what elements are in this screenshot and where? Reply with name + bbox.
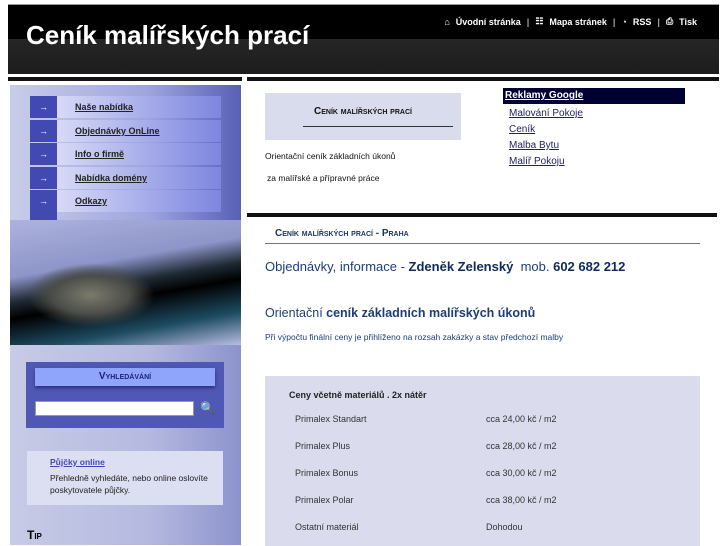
menu-item-domeny[interactable]: → Nabídka domény	[30, 167, 221, 189]
search-icon[interactable]: 🔍	[200, 401, 215, 415]
arrow-icon: →	[30, 190, 57, 212]
material: Ostatní materiál	[295, 522, 359, 532]
sitemap-icon: ☷	[535, 16, 544, 26]
page-title: Ceník malířských prací	[314, 106, 412, 117]
tip-heading: Tip	[27, 528, 42, 542]
separator: |	[526, 16, 530, 27]
loan-text: Přehledně vyhledáte, nebo online oslovít…	[50, 473, 208, 495]
price: cca 30,00 kč / m2	[486, 468, 557, 478]
separator: |	[612, 16, 616, 27]
site-title: Ceník malířských prací	[26, 20, 310, 50]
price: cca 28,00 kč / m2	[486, 441, 557, 451]
search-input[interactable]	[35, 401, 194, 416]
menu-item-nase-nabidka[interactable]: → Naše nabídka	[30, 96, 221, 118]
price: cca 38,00 kč / m2	[486, 495, 557, 505]
rss-icon: ◔	[621, 16, 627, 27]
table-row: Primalex Plus cca 28,00 kč / m2	[295, 441, 695, 451]
loan-box: Půjčky online Přehledně vyhledáte, nebo …	[27, 451, 223, 505]
price-note: Při výpočtu finální ceny je přihlíženo n…	[265, 332, 564, 342]
nav-sitemap[interactable]: Mapa stránek	[549, 17, 607, 27]
top-nav: ⌂ Úvodní stránka | ☷ Mapa stránek | ◔ RSS | ⎙ T…	[444, 16, 697, 27]
intro-line: za malířské a přípravné práce	[267, 173, 380, 183]
section-title: Ceník malířských prací - Praha	[275, 228, 409, 239]
divider	[303, 126, 453, 127]
header: Ceník malířských prací ⌂ Úvodní stránka | …	[8, 4, 719, 74]
arrow-icon: →	[30, 96, 57, 118]
contact-name: Zdeněk Zelenský	[408, 259, 514, 274]
table-row: Primalex Bonus cca 30,00 kč / m2	[295, 468, 695, 478]
contact-line: Objednávky, informace - Zdeněk Zelenský …	[265, 259, 625, 274]
price: Dohodou	[486, 522, 523, 532]
ads-heading[interactable]: Reklamy Google	[503, 88, 685, 104]
ad-link[interactable]: Malíř Pokoju	[509, 156, 565, 167]
price-heading: Orientační ceník základních malířských ú…	[265, 306, 535, 320]
material: Primalex Plus	[295, 441, 351, 451]
table-row: Primalex Standart cca 24,00 kč / m2	[295, 414, 695, 424]
menu-item-objednavky[interactable]: → Objednávky OnLine	[30, 120, 221, 142]
divider	[8, 77, 242, 81]
rocks-sea-image	[10, 220, 241, 345]
price-heading-bold: ceník základních malířských úkonů	[326, 306, 536, 320]
intro-line: Orientační ceník základních úkonů	[265, 151, 396, 161]
price-heading-prefix: Orientační	[265, 306, 327, 320]
title-box: Ceník malířských prací	[265, 93, 461, 140]
material: Primalex Standart	[295, 414, 367, 424]
print-icon: ⎙	[665, 16, 674, 26]
divider	[247, 77, 719, 81]
table-row: Ostatní materiál Dohodou	[295, 522, 695, 532]
search-title: Vyhledávání	[35, 368, 215, 386]
table-row: Primalex Polar cca 38,00 kč / m2	[295, 495, 695, 505]
price-table	[265, 376, 700, 546]
separator: |	[657, 16, 660, 27]
ad-link[interactable]: Ceník	[509, 124, 535, 135]
material: Primalex Polar	[295, 495, 354, 505]
contact-mob-label: mob.	[520, 259, 550, 274]
ad-link[interactable]: Malování Pokoje	[509, 108, 583, 119]
material: Primalex Bonus	[295, 468, 359, 478]
arrow-icon: →	[30, 167, 57, 189]
ad-link[interactable]: Malba Bytu	[509, 140, 559, 151]
loan-link[interactable]: Půjčky online	[50, 456, 223, 468]
price-table-heading: Ceny včetně materiálů . 2x nátěr	[289, 390, 427, 400]
divider	[265, 243, 700, 244]
home-icon: ⌂	[444, 16, 450, 27]
divider	[247, 213, 717, 217]
nav-print[interactable]: Tisk	[679, 17, 697, 27]
contact-phone: 602 682 212	[553, 259, 626, 274]
nav-rss[interactable]: RSS	[633, 17, 652, 27]
menu-item-info[interactable]: → Info o firmě	[30, 143, 221, 165]
contact-prefix: Objednávky, informace -	[265, 259, 409, 274]
menu-item-odkazy[interactable]: → Odkazy	[30, 190, 221, 212]
arrow-icon: →	[30, 143, 57, 165]
price: cca 24,00 kč / m2	[486, 414, 557, 424]
arrow-icon: →	[30, 120, 57, 142]
nav-home[interactable]: Úvodní stránka	[456, 17, 521, 27]
